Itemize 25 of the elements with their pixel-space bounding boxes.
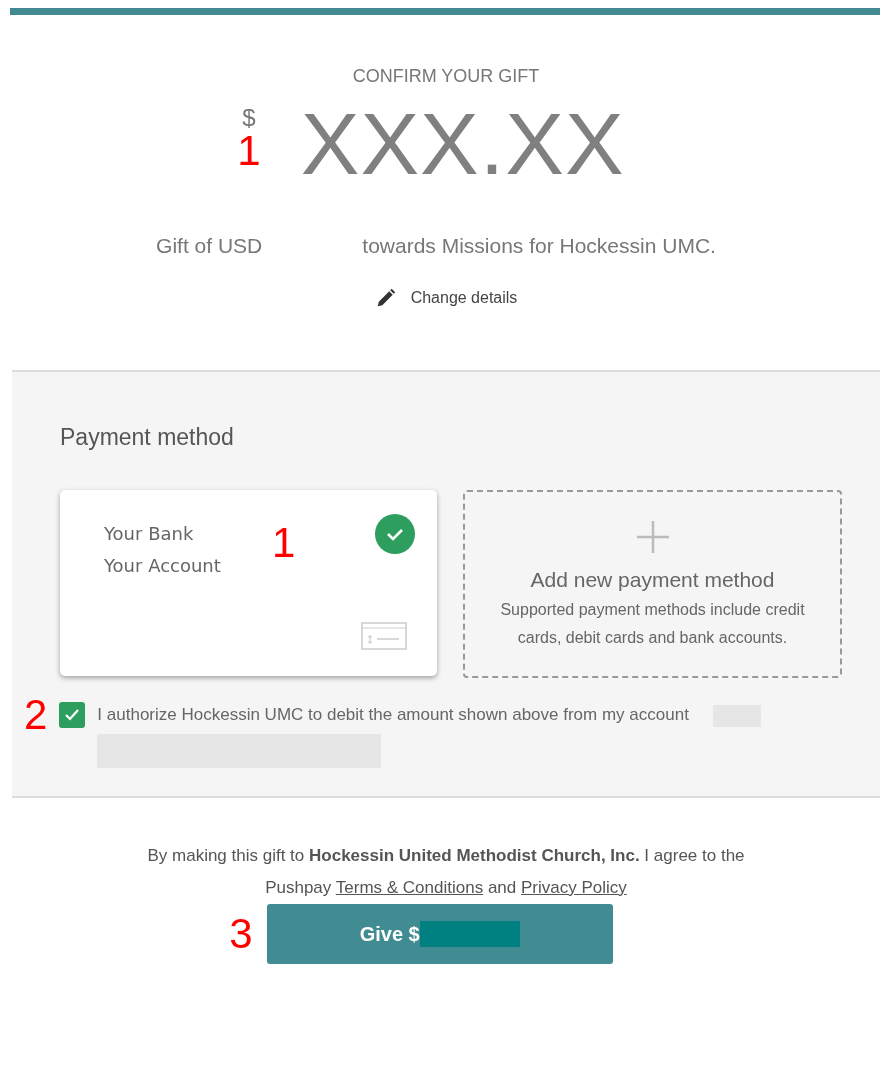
agreement-text: By making this gift to Hockessin United Methodist Church, Inc. I agree to the Pushpay Terms & Conditions and Privacy Policy	[146, 845, 746, 899]
add-method-title: Add new payment method	[529, 567, 776, 593]
change-details-link[interactable]: Change details	[410, 285, 518, 310]
account-details: Your Bank Your Account	[104, 522, 221, 578]
checkmark-icon	[64, 708, 81, 722]
agreement-link[interactable]: Privacy Policy	[521, 878, 627, 897]
authorization-text: I authorize Hockessin UMC to debit the amount shown above from my account	[97, 705, 689, 724]
gift-amount: XXX.XX	[300, 100, 625, 188]
currency-symbol: $	[242, 106, 256, 130]
add-payment-method-button[interactable]: Add new payment method Supported payment methods include credit cards, debit cards and bank accounts.	[463, 490, 842, 678]
annotation-number: 2	[24, 696, 48, 734]
payment-card[interactable]: Your Bank Your Account 1	[60, 490, 437, 676]
annotation-number: 3	[229, 913, 253, 955]
annotation-number: 1	[237, 130, 261, 172]
plus-icon	[635, 520, 670, 554]
give-button[interactable]: Give $	[266, 904, 613, 964]
annotation-number: 1	[272, 522, 296, 564]
agreement-link[interactable]: Terms & Conditions	[335, 878, 484, 897]
bank-check-icon	[361, 622, 407, 650]
section-title: Payment method	[60, 422, 235, 452]
checkbox[interactable]	[59, 702, 86, 728]
page-title: CONFIRM YOUR GIFT	[351, 65, 541, 88]
summary-text: towards Missions for Hockessin UMC.	[362, 233, 716, 259]
summary-text: Gift of USD	[156, 233, 263, 259]
add-method-description: Supported payment methods include credit cards, debit cards and bank accounts.	[499, 599, 806, 648]
